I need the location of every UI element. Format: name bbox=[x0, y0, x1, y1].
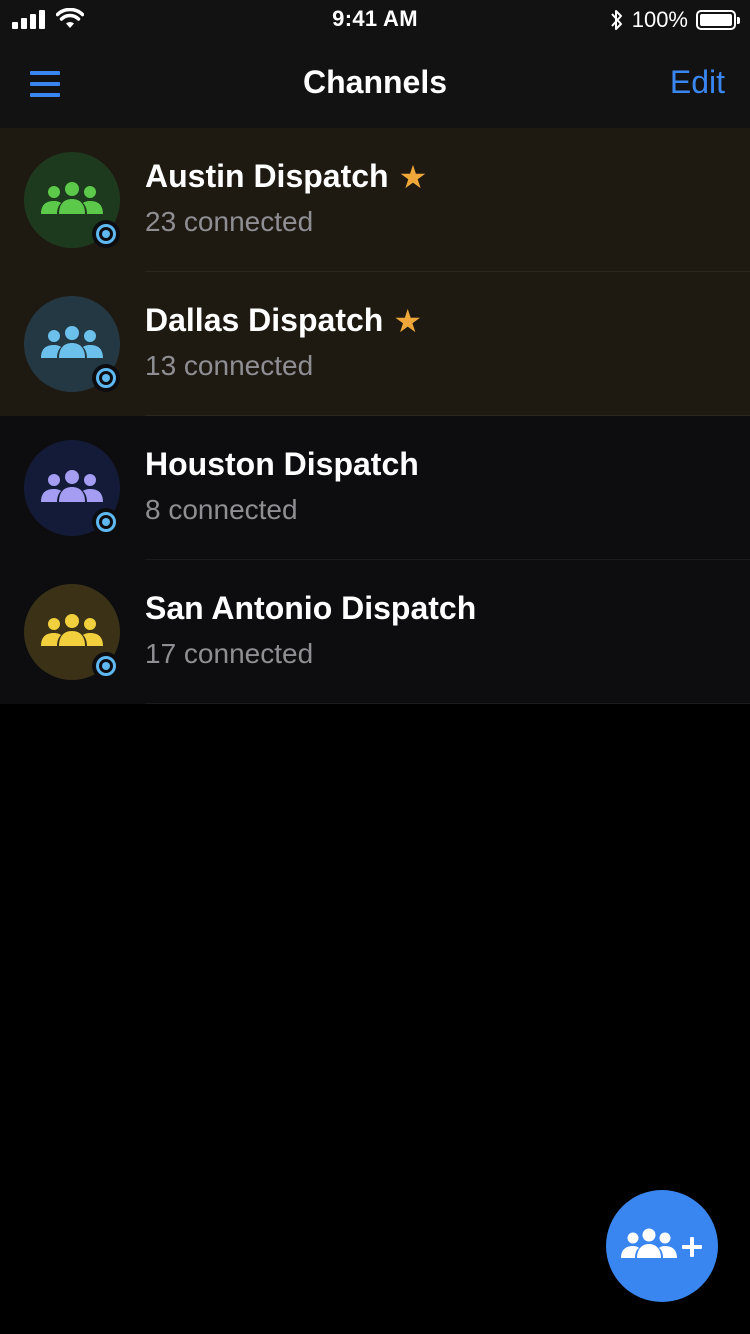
favorite-star-icon: ★ bbox=[398, 158, 428, 195]
channel-connected-count: 23 connected bbox=[145, 206, 314, 237]
channel-name: San Antonio Dispatch bbox=[145, 590, 476, 627]
page-title: Channels bbox=[302, 64, 448, 100]
nav-bar: Channels Edit bbox=[0, 40, 750, 128]
edit-button[interactable]: Edit bbox=[670, 64, 725, 101]
channel-name-label: Austin Dispatch bbox=[145, 158, 389, 194]
battery-icon bbox=[696, 10, 740, 30]
battery-percent: 100% bbox=[631, 7, 688, 32]
row-divider bbox=[145, 703, 750, 704]
channel-name: Austin Dispatch ★ bbox=[145, 158, 427, 195]
channel-name-label: Dallas Dispatch bbox=[145, 302, 384, 338]
channel-row[interactable]: Austin Dispatch ★ 23 connected bbox=[0, 128, 750, 272]
live-ring bbox=[96, 224, 116, 244]
live-dot bbox=[102, 662, 110, 670]
add-group-icon bbox=[621, 1228, 702, 1258]
channel-name: Houston Dispatch bbox=[145, 446, 419, 483]
group-icon bbox=[41, 470, 103, 502]
battery-fill bbox=[700, 14, 732, 26]
channel-name: Dallas Dispatch ★ bbox=[145, 302, 422, 339]
bluetooth-icon bbox=[610, 10, 622, 30]
live-ring bbox=[96, 656, 116, 676]
live-dot bbox=[102, 374, 110, 382]
channel-name-label: Houston Dispatch bbox=[145, 446, 419, 482]
channel-list: Austin Dispatch ★ 23 connected Dallas Di… bbox=[0, 128, 750, 704]
channel-connected-count: 8 connected bbox=[145, 494, 298, 525]
live-ring bbox=[96, 512, 116, 532]
add-channel-button[interactable] bbox=[606, 1190, 718, 1302]
group-icon bbox=[41, 326, 103, 358]
channels-screen: 9:41 AM 100% Channels Edit Austin Dispat… bbox=[0, 0, 750, 1334]
channel-name-label: San Antonio Dispatch bbox=[145, 590, 477, 626]
status-bar: 9:41 AM 100% bbox=[0, 0, 750, 40]
channel-row[interactable]: San Antonio Dispatch 17 connected bbox=[0, 560, 750, 704]
live-status-icon bbox=[92, 364, 120, 392]
channel-row[interactable]: Houston Dispatch 8 connected bbox=[0, 416, 750, 560]
status-right: 100% bbox=[610, 7, 740, 33]
live-dot bbox=[102, 230, 110, 238]
live-dot bbox=[102, 518, 110, 526]
channel-connected-count: 13 connected bbox=[145, 350, 314, 381]
group-icon bbox=[41, 614, 103, 646]
group-icon bbox=[41, 182, 103, 214]
live-ring bbox=[96, 368, 116, 388]
channel-row[interactable]: Dallas Dispatch ★ 13 connected bbox=[0, 272, 750, 416]
favorite-star-icon: ★ bbox=[393, 302, 422, 339]
live-status-icon bbox=[92, 508, 120, 536]
live-status-icon bbox=[92, 220, 120, 248]
live-status-icon bbox=[92, 652, 120, 680]
channel-connected-count: 17 connected bbox=[145, 638, 314, 669]
